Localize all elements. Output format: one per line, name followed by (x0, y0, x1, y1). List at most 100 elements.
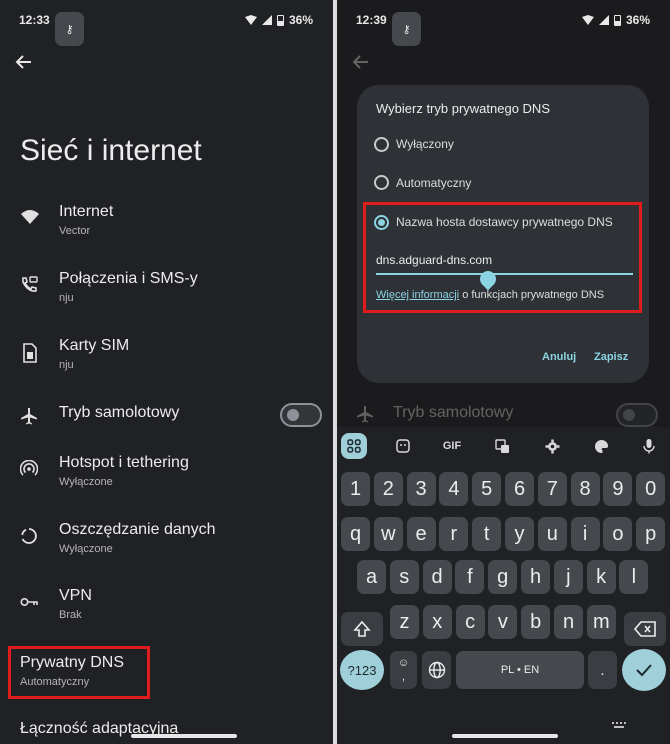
sim-card-icon (20, 343, 40, 363)
status-time: 12:33 (19, 13, 50, 27)
key-s[interactable]: s (389, 560, 419, 594)
settings-item-sim[interactable]: Karty SIM nju (0, 337, 333, 397)
back-arrow-icon[interactable] (14, 52, 38, 76)
gesture-nav-bar[interactable] (452, 734, 558, 738)
key-a[interactable]: a (357, 560, 386, 594)
battery-percent: 36% (288, 13, 313, 27)
space-bar[interactable]: PL • EN (456, 651, 584, 689)
key-digit-6[interactable]: 6 (505, 472, 534, 506)
airplane-icon (356, 405, 374, 428)
hotspot-icon (19, 459, 40, 480)
battery-icon (276, 14, 284, 26)
apps-grid-icon[interactable] (341, 433, 367, 459)
radio-label-off[interactable]: Wyłączony (396, 137, 454, 151)
settings-item-vpn[interactable]: VPN Brak (0, 587, 333, 647)
palette-icon[interactable] (590, 433, 612, 459)
key-digit-5[interactable]: 5 (472, 472, 502, 506)
settings-item-adaptive[interactable]: Łączność adaptacyjna (0, 720, 333, 744)
key-z[interactable]: z (390, 605, 419, 639)
radio-off[interactable] (374, 137, 389, 152)
comma-glyph: , (401, 671, 406, 683)
key-m[interactable]: m (586, 605, 616, 639)
item-label: Oszczędzanie danych (59, 521, 216, 538)
key-c[interactable]: c (455, 605, 485, 639)
key-n[interactable]: n (554, 605, 583, 639)
key-e[interactable]: e (406, 517, 436, 551)
highlight-box (363, 202, 642, 313)
key-digit-3[interactable]: 3 (406, 472, 436, 506)
key-i[interactable]: i (570, 517, 600, 551)
gear-icon[interactable] (541, 433, 563, 459)
key-w[interactable]: w (373, 517, 403, 551)
cancel-button[interactable]: Anuluj (542, 351, 576, 363)
key-digit-8[interactable]: 8 (570, 472, 600, 506)
radio-automatic[interactable] (374, 175, 389, 190)
item-summary: Wyłączone (59, 476, 113, 488)
item-label: Karty SIM (59, 337, 130, 354)
airplane-mode-toggle[interactable] (280, 403, 322, 427)
key-d[interactable]: d (422, 560, 452, 594)
emoji-comma-key[interactable]: ☺ , (390, 651, 417, 689)
settings-item-data-saver[interactable]: Oszczędzanie danych Wyłączone (0, 521, 333, 581)
key-l[interactable]: l (619, 560, 649, 594)
back-arrow-icon (351, 52, 375, 76)
key-digit-2[interactable]: 2 (373, 472, 403, 506)
gesture-nav-bar[interactable] (131, 734, 237, 738)
item-summary: nju (59, 292, 74, 304)
data-saver-icon (20, 527, 40, 547)
status-time: 12:39 (356, 13, 387, 27)
settings-item-hotspot[interactable]: Hotspot i tethering Wyłączone (0, 454, 333, 514)
gif-button[interactable]: GIF (437, 433, 467, 459)
key-digit-7[interactable]: 7 (537, 472, 567, 506)
translate-icon[interactable] (491, 433, 513, 459)
key-u[interactable]: u (537, 517, 567, 551)
key-p[interactable]: p (636, 517, 666, 551)
key-v[interactable]: v (488, 605, 518, 639)
backspace-icon[interactable] (624, 612, 666, 646)
sticker-icon[interactable] (392, 433, 414, 459)
vpn-key-status-icon: ⚷ (392, 12, 421, 46)
save-button[interactable]: Zapisz (594, 351, 628, 363)
status-bar: 12:39 ⚷ 36% (337, 0, 670, 46)
key-digit-9[interactable]: 9 (603, 472, 633, 506)
enter-check-icon[interactable] (622, 649, 666, 691)
soft-keyboard: GIF 1234567890 qwertyuiop asdfghjkl zxcv… (337, 427, 670, 744)
key-x[interactable]: x (422, 605, 452, 639)
settings-item-internet[interactable]: Internet Vector (0, 203, 333, 263)
key-g[interactable]: g (488, 560, 518, 594)
shift-icon[interactable] (341, 612, 383, 646)
dialog-title: Wybierz tryb prywatnego DNS (376, 101, 550, 116)
key-digit-1[interactable]: 1 (341, 472, 370, 506)
key-o[interactable]: o (603, 517, 633, 551)
key-b[interactable]: b (521, 605, 551, 639)
key-q[interactable]: q (341, 517, 370, 551)
key-h[interactable]: h (521, 560, 550, 594)
airplane-icon (20, 407, 40, 427)
radio-label-automatic[interactable]: Automatyczny (396, 176, 471, 190)
keyboard-switch-icon[interactable] (612, 719, 626, 737)
item-label: Hotspot i tethering (59, 454, 189, 471)
call-sms-icon (20, 276, 40, 296)
key-j[interactable]: j (553, 560, 583, 594)
globe-icon[interactable] (422, 651, 451, 689)
highlight-box (8, 646, 150, 699)
battery-percent: 36% (625, 13, 650, 27)
symbols-key[interactable]: ?123 (340, 650, 384, 690)
item-summary: Brak (59, 609, 82, 621)
wifi-icon (20, 207, 40, 227)
key-t[interactable]: t (472, 517, 502, 551)
page-title: Sieć i internet (20, 134, 202, 167)
mic-icon[interactable] (638, 433, 660, 459)
key-f[interactable]: f (455, 560, 485, 594)
key-k[interactable]: k (586, 560, 616, 594)
item-summary: Vector (59, 225, 91, 237)
period-key[interactable]: . (588, 651, 617, 689)
wifi-status-icon (581, 15, 594, 25)
item-summary: Wyłączone (59, 543, 113, 555)
key-digit-4[interactable]: 4 (439, 472, 469, 506)
settings-item-calls-sms[interactable]: Połączenia i SMS-y nju (0, 270, 333, 330)
key-digit-0[interactable]: 0 (636, 472, 666, 506)
key-r[interactable]: r (439, 517, 469, 551)
status-bar: 12:33 ⚷ 36% (0, 0, 333, 46)
key-y[interactable]: y (505, 517, 534, 551)
